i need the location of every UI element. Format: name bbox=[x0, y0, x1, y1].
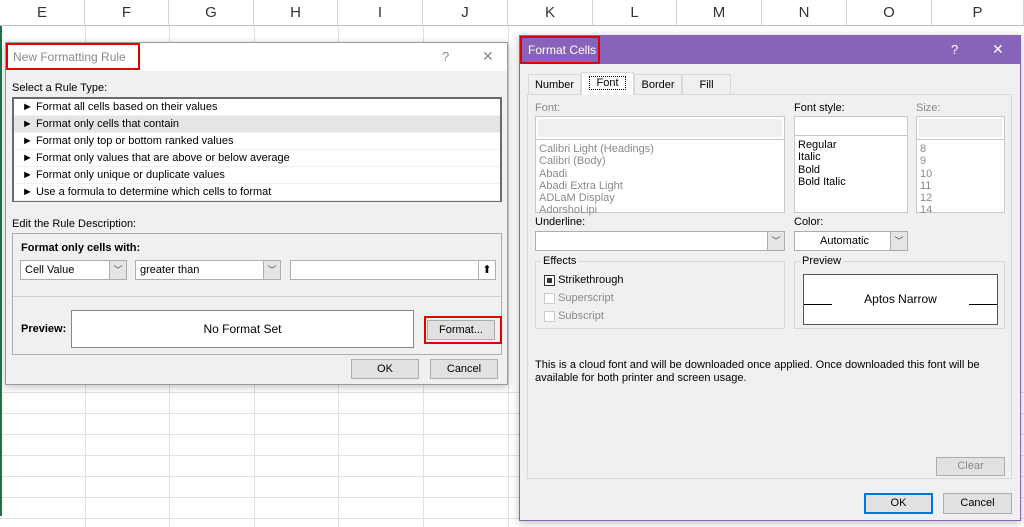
column-header-o[interactable]: O bbox=[847, 0, 932, 26]
font-list[interactable]: Calibri Light (Headings) Calibri (Body) Ab… bbox=[535, 116, 785, 216]
column-header-l[interactable]: L bbox=[593, 0, 677, 26]
highlight-title bbox=[6, 43, 140, 70]
rule-type-item[interactable]: ► Format all cells based on their values bbox=[14, 99, 500, 116]
underline-label: Underline: bbox=[535, 216, 586, 228]
edit-rule-label: Edit the Rule Description: bbox=[12, 218, 137, 230]
column-header-j[interactable]: J bbox=[423, 0, 508, 26]
range-select-icon[interactable]: ⬆ bbox=[478, 261, 495, 279]
help-button[interactable]: ? bbox=[442, 49, 449, 64]
strikethrough-checkbox[interactable]: Strikethrough bbox=[544, 274, 624, 286]
format-preview: No Format Set bbox=[71, 310, 414, 348]
effects-label: Effects bbox=[541, 255, 579, 267]
close-button[interactable]: ✕ bbox=[482, 48, 494, 65]
size-input[interactable] bbox=[919, 119, 1002, 137]
tab-fill[interactable]: Fill bbox=[682, 74, 731, 94]
rule-type-item[interactable]: ► Format only unique or duplicate values bbox=[14, 167, 500, 184]
value-input[interactable]: ⬆ bbox=[290, 260, 496, 280]
underline-select[interactable]: ﹀ bbox=[535, 231, 785, 251]
close-button[interactable]: ✕ bbox=[992, 41, 1004, 58]
selection-border bbox=[0, 26, 2, 516]
rule-type-list: ► Format all cells based on their values… bbox=[12, 97, 502, 202]
font-label: Font: bbox=[535, 102, 561, 114]
color-label: Color: bbox=[794, 216, 824, 228]
rule-type-item[interactable]: ► Format only top or bottom ranked value… bbox=[14, 133, 500, 150]
column-header-k[interactable]: K bbox=[508, 0, 593, 26]
select-rule-type-label: Select a Rule Type: bbox=[12, 82, 108, 94]
size-label: Size: bbox=[916, 102, 941, 114]
column-header-f[interactable]: F bbox=[85, 0, 169, 26]
preview-label: Preview: bbox=[21, 323, 67, 335]
effects-group: Effects Strikethrough Superscript Subscr… bbox=[535, 255, 785, 329]
clear-button[interactable]: Clear bbox=[936, 457, 1005, 476]
chevron-down-icon: ﹀ bbox=[890, 232, 907, 250]
cancel-button[interactable]: Cancel bbox=[943, 493, 1012, 514]
size-list[interactable]: 8 9 10 11 12 14 bbox=[916, 116, 1005, 216]
superscript-checkbox[interactable]: Superscript bbox=[544, 292, 614, 304]
rule-type-item[interactable]: ► Use a formula to determine which cells… bbox=[14, 184, 500, 201]
column-header-e[interactable]: E bbox=[0, 0, 85, 26]
new-formatting-rule-dialog: New Formatting Rule ? ✕ Select a Rule Ty… bbox=[5, 42, 508, 385]
tab-border[interactable]: Border bbox=[634, 74, 682, 94]
rule-type-item[interactable]: ► Format only values that are above or b… bbox=[14, 150, 500, 167]
column-header-m[interactable]: M bbox=[677, 0, 762, 26]
ok-button[interactable]: OK bbox=[351, 359, 419, 379]
font-tab-panel: Font: Calibri Light (Headings) Calibri (B… bbox=[527, 94, 1012, 479]
chevron-down-icon: ﹀ bbox=[767, 232, 784, 250]
highlight-title bbox=[520, 36, 600, 64]
tab-font[interactable]: Font bbox=[581, 72, 634, 95]
font-preview: Aptos Narrow bbox=[803, 274, 998, 325]
operator-select[interactable]: greater than ﹀ bbox=[135, 260, 281, 280]
column-header-i[interactable]: I bbox=[338, 0, 423, 26]
column-header-h[interactable]: H bbox=[254, 0, 338, 26]
rule-type-item-selected[interactable]: ► Format only cells that contain bbox=[14, 116, 500, 133]
cancel-button[interactable]: Cancel bbox=[430, 359, 498, 379]
font-style-list[interactable]: Regular Italic Bold Bold Italic bbox=[794, 116, 908, 213]
preview-group: Preview Aptos Narrow bbox=[794, 255, 1005, 329]
column-header-p[interactable]: P bbox=[932, 0, 1024, 26]
rule-description-panel: Format only cells with: Cell Value ﹀ grea… bbox=[12, 233, 502, 355]
format-only-label: Format only cells with: bbox=[21, 242, 141, 254]
column-header-g[interactable]: G bbox=[169, 0, 254, 26]
help-button[interactable]: ? bbox=[951, 42, 958, 57]
ok-button[interactable]: OK bbox=[864, 493, 933, 514]
font-input[interactable] bbox=[538, 119, 782, 137]
chevron-down-icon: ﹀ bbox=[109, 261, 126, 279]
font-style-input[interactable] bbox=[795, 117, 907, 136]
subscript-checkbox[interactable]: Subscript bbox=[544, 310, 604, 322]
tab-number[interactable]: Number bbox=[528, 74, 581, 94]
preview-label: Preview bbox=[800, 255, 844, 267]
highlight-format-button bbox=[424, 316, 502, 344]
column-header-n[interactable]: N bbox=[762, 0, 847, 26]
format-cells-dialog: Format Cells ? ✕ Number Font Border Fill… bbox=[519, 35, 1021, 521]
color-select[interactable]: Automatic ﹀ bbox=[794, 231, 908, 251]
chevron-down-icon: ﹀ bbox=[263, 261, 280, 279]
font-style-label: Font style: bbox=[794, 102, 845, 114]
cloud-font-note: This is a cloud font and will be downloa… bbox=[535, 359, 980, 384]
condition-type-select[interactable]: Cell Value ﹀ bbox=[20, 260, 127, 280]
